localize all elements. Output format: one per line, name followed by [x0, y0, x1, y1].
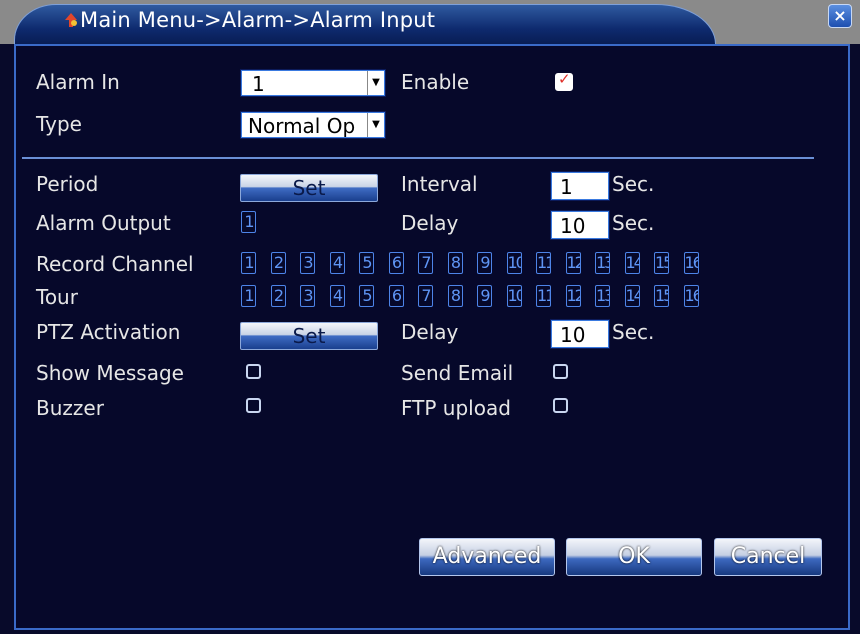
- section-divider: [22, 157, 814, 159]
- ftp-upload-checkbox[interactable]: [553, 398, 568, 413]
- alarm-output-label: Alarm Output: [36, 211, 171, 235]
- type-value: Normal Op: [248, 114, 356, 138]
- type-label: Type: [36, 112, 82, 136]
- tour-channel-12[interactable]: 12: [565, 285, 581, 307]
- enable-label: Enable: [401, 70, 470, 94]
- show-message-label: Show Message: [36, 361, 184, 385]
- record-channel-9[interactable]: 9: [477, 252, 492, 274]
- period-set-label: Set: [292, 176, 326, 200]
- record-channel-8[interactable]: 8: [447, 252, 463, 274]
- tour-channel-16[interactable]: 16: [683, 285, 699, 307]
- record-channel-6[interactable]: 6: [388, 252, 404, 274]
- record-channel-14[interactable]: 14: [624, 252, 640, 274]
- send-email-label: Send Email: [401, 361, 514, 385]
- interval-label: Interval: [401, 172, 478, 196]
- tour-channel-5[interactable]: 5: [359, 285, 374, 307]
- delay-unit: Sec.: [612, 211, 655, 235]
- ptz-delay-unit: Sec.: [612, 320, 655, 344]
- ok-button[interactable]: OK: [566, 538, 702, 576]
- menu-app-icon: [65, 13, 77, 27]
- chevron-down-icon: ▼: [367, 113, 384, 137]
- ptz-activation-label: PTZ Activation: [36, 320, 181, 344]
- tour-channel-2[interactable]: 2: [270, 285, 286, 307]
- record-channel-3[interactable]: 3: [300, 252, 315, 274]
- alarm-in-select[interactable]: 1 ▼: [241, 70, 385, 96]
- send-email-checkbox[interactable]: [553, 364, 568, 379]
- record-channel-12[interactable]: 12: [565, 252, 581, 274]
- record-channel-7[interactable]: 7: [418, 252, 433, 274]
- cancel-button[interactable]: Cancel: [714, 538, 822, 576]
- tour-label: Tour: [36, 285, 78, 309]
- close-icon: ×: [833, 6, 847, 25]
- record-channel-4[interactable]: 4: [329, 252, 345, 274]
- buzzer-label: Buzzer: [36, 396, 104, 420]
- record-channel-11[interactable]: 11: [536, 252, 551, 274]
- period-set-button[interactable]: Set: [240, 174, 378, 202]
- tour-channel-8[interactable]: 8: [447, 285, 463, 307]
- ftp-upload-label: FTP upload: [401, 396, 511, 420]
- tour-channel-4[interactable]: 4: [329, 285, 345, 307]
- tour-channel-3[interactable]: 3: [300, 285, 315, 307]
- delay-input[interactable]: 10: [551, 211, 609, 239]
- tour-channel-6[interactable]: 6: [388, 285, 404, 307]
- close-button[interactable]: ×: [828, 4, 852, 28]
- title-bar: Main Menu->Alarm->Alarm Input ×: [0, 0, 860, 45]
- alarm-in-label: Alarm In: [36, 70, 120, 94]
- record-channel-label: Record Channel: [36, 252, 194, 276]
- alarm-input-window: Main Menu->Alarm->Alarm Input × Alarm In…: [0, 0, 860, 634]
- record-channel-15[interactable]: 15: [654, 252, 669, 274]
- ptz-set-button[interactable]: Set: [240, 322, 378, 350]
- record-channel-1[interactable]: 1: [241, 252, 256, 274]
- tour-channel-14[interactable]: 14: [624, 285, 640, 307]
- record-channel-2[interactable]: 2: [270, 252, 286, 274]
- tour-channel-1[interactable]: 1: [241, 285, 256, 307]
- ptz-set-label: Set: [292, 324, 326, 348]
- delay-label: Delay: [401, 211, 459, 235]
- record-channel-13[interactable]: 13: [595, 252, 610, 274]
- alarm-output-channel-1[interactable]: 1: [241, 211, 256, 233]
- chevron-down-icon: ▼: [367, 71, 384, 95]
- interval-unit: Sec.: [612, 172, 655, 196]
- ptz-delay-label: Delay: [401, 320, 459, 344]
- record-channel-5[interactable]: 5: [359, 252, 374, 274]
- tour-channel-13[interactable]: 13: [595, 285, 610, 307]
- advanced-button[interactable]: Advanced: [419, 538, 555, 576]
- tour-channel-7[interactable]: 7: [418, 285, 433, 307]
- tour-channel-11[interactable]: 11: [536, 285, 551, 307]
- type-select[interactable]: Normal Op ▼: [241, 112, 385, 138]
- alarm-in-value: 1: [252, 72, 265, 96]
- record-channel-16[interactable]: 16: [683, 252, 699, 274]
- tour-channel-9[interactable]: 9: [477, 285, 492, 307]
- period-label: Period: [36, 172, 99, 196]
- buzzer-checkbox[interactable]: [246, 398, 261, 413]
- record-channel-10[interactable]: 10: [506, 252, 522, 274]
- interval-input[interactable]: 1: [551, 172, 609, 200]
- window-title: Main Menu->Alarm->Alarm Input: [80, 8, 436, 32]
- enable-checkbox[interactable]: [555, 70, 573, 91]
- show-message-checkbox[interactable]: [246, 364, 261, 379]
- tour-channel-10[interactable]: 10: [506, 285, 522, 307]
- ptz-delay-input[interactable]: 10: [551, 320, 609, 348]
- tour-channel-15[interactable]: 15: [654, 285, 669, 307]
